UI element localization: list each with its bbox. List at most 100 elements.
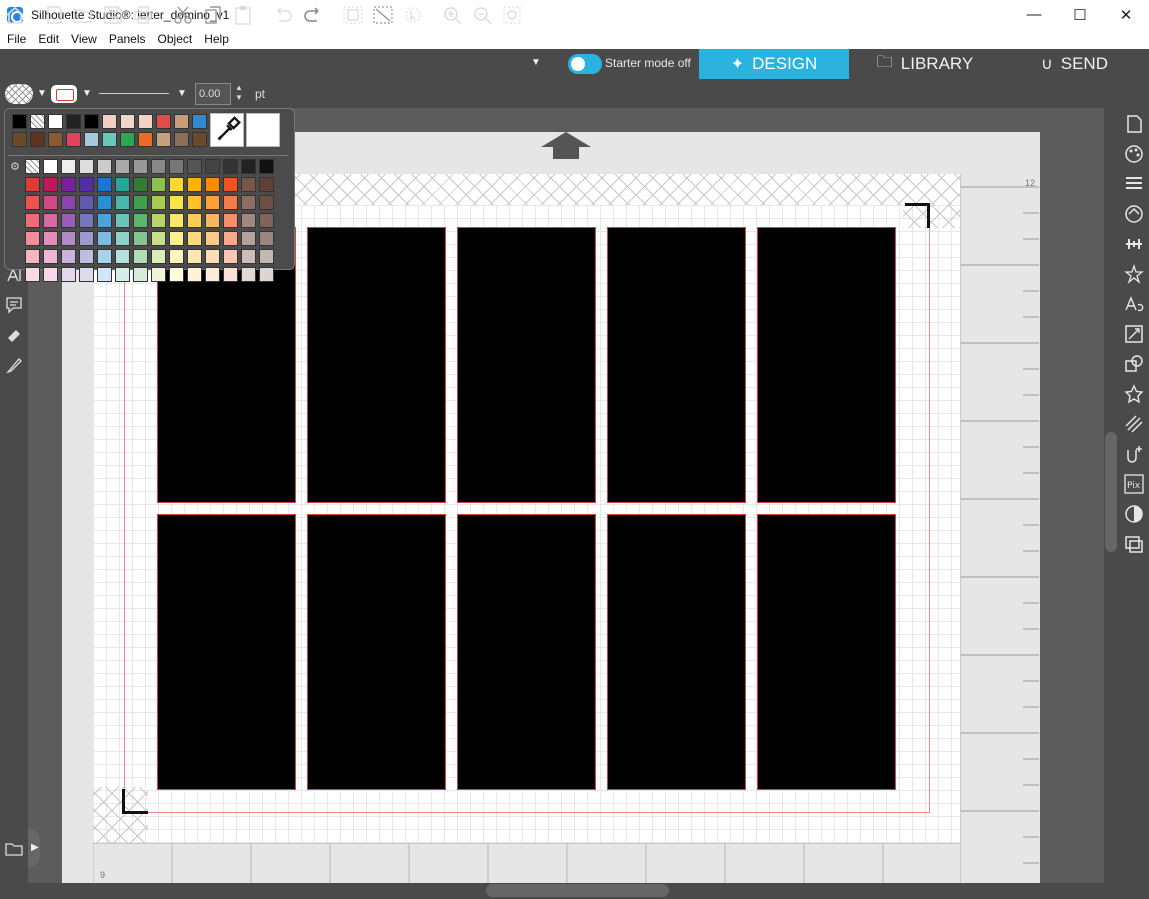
color-swatch[interactable] [205,267,220,282]
color-swatch[interactable] [151,267,166,282]
pixscan-icon[interactable]: Pix [1124,474,1144,494]
starter-mode-toggle[interactable] [568,54,602,74]
color-swatch[interactable] [259,267,274,282]
fill-color-swatch[interactable] [5,84,33,104]
color-swatch[interactable] [61,213,76,228]
sketch-icon[interactable] [1124,414,1144,434]
card-shape[interactable] [757,227,896,503]
text-box-icon[interactable] [5,296,23,314]
color-swatch[interactable] [79,195,94,210]
text-style-icon[interactable] [1124,294,1144,314]
color-swatch[interactable] [241,195,256,210]
color-swatch[interactable] [115,159,130,174]
color-swatch[interactable] [12,132,27,147]
menu-edit[interactable]: Edit [38,32,59,46]
color-swatch[interactable] [61,177,76,192]
color-swatch[interactable] [169,159,184,174]
color-swatch[interactable] [241,231,256,246]
chevron-right-icon[interactable]: ▶ [31,842,39,853]
color-swatch[interactable] [187,177,202,192]
menu-file[interactable]: File [7,32,26,46]
library-panel-handle[interactable]: ▶ [0,828,40,868]
color-swatch[interactable] [30,132,45,147]
color-swatch[interactable] [241,213,256,228]
color-swatch[interactable] [205,213,220,228]
color-swatch[interactable] [102,114,117,129]
group-icon[interactable] [342,5,364,25]
ungroup-icon[interactable] [372,5,394,25]
color-swatch[interactable] [97,267,112,282]
color-swatch[interactable] [259,249,274,264]
card-shape[interactable] [307,227,446,503]
color-swatch[interactable] [43,159,58,174]
color-swatch[interactable] [61,231,76,246]
shapes-icon[interactable] [1124,354,1144,374]
send-to-icon[interactable] [1124,444,1144,464]
color-swatch[interactable] [223,213,238,228]
color-swatch[interactable] [133,159,148,174]
color-swatch[interactable] [241,267,256,282]
color-swatch[interactable] [97,195,112,210]
color-swatch[interactable] [25,231,40,246]
redo-icon[interactable] [302,5,324,25]
maximize-button[interactable]: ☐ [1057,0,1103,29]
color-swatch[interactable] [205,195,220,210]
undo-icon[interactable] [272,5,294,25]
color-swatch[interactable] [187,231,202,246]
color-swatch[interactable] [43,195,58,210]
menu-view[interactable]: View [71,32,97,46]
zoom-fit-icon[interactable] [502,5,524,25]
color-swatch[interactable] [174,114,189,129]
card-shape[interactable] [457,227,596,503]
save-icon[interactable] [102,5,124,25]
offset-icon[interactable] [1124,504,1144,524]
tab-design[interactable]: ✦ DESIGN [699,49,849,79]
color-swatch[interactable] [79,249,94,264]
color-swatch[interactable] [151,159,166,174]
folder-icon[interactable] [5,840,23,858]
tab-send[interactable]: ∪ SEND [1000,49,1149,79]
vertical-scroll-thumb[interactable] [1105,432,1117,552]
color-swatch[interactable] [205,231,220,246]
cut-icon[interactable] [172,5,194,25]
color-swatch[interactable] [223,267,238,282]
color-swatch[interactable] [259,195,274,210]
color-swatch[interactable] [79,231,94,246]
color-swatch[interactable] [115,195,130,210]
eraser-icon[interactable] [5,326,23,344]
color-swatch[interactable] [66,132,81,147]
line-dropdown-icon[interactable]: ▼ [82,88,92,99]
color-swatch[interactable] [133,177,148,192]
color-swatch[interactable] [138,114,153,129]
color-swatch[interactable] [169,231,184,246]
color-swatch[interactable] [120,114,135,129]
color-swatch[interactable] [61,267,76,282]
color-swatch[interactable] [115,177,130,192]
menu-help[interactable]: Help [204,32,229,46]
color-swatch[interactable] [79,177,94,192]
fill-dropdown-icon[interactable]: ▼ [37,88,47,99]
color-swatch[interactable] [25,267,40,282]
color-swatch[interactable] [169,213,184,228]
line-style-dropdown-icon[interactable]: ▼ [177,88,187,99]
card-shape[interactable] [157,514,296,790]
minimize-button[interactable]: — [1011,0,1057,29]
card-shape[interactable] [307,514,446,790]
palette-settings-icon[interactable]: ⚙ [8,160,22,174]
color-swatch[interactable] [115,249,130,264]
color-swatch[interactable] [66,114,81,129]
color-swatch[interactable] [223,231,238,246]
transform-icon[interactable] [1124,324,1144,344]
eyedropper-button[interactable] [210,113,244,147]
card-shape[interactable] [457,514,596,790]
color-swatch[interactable] [25,213,40,228]
line-color-swatch[interactable] [51,85,77,103]
color-swatch[interactable] [259,231,274,246]
color-swatch[interactable] [223,195,238,210]
color-swatch[interactable] [192,114,207,129]
favorites-icon[interactable] [1124,384,1144,404]
color-swatch[interactable] [97,231,112,246]
color-swatch[interactable] [151,177,166,192]
color-swatch[interactable] [151,195,166,210]
card-shape[interactable] [757,514,896,790]
